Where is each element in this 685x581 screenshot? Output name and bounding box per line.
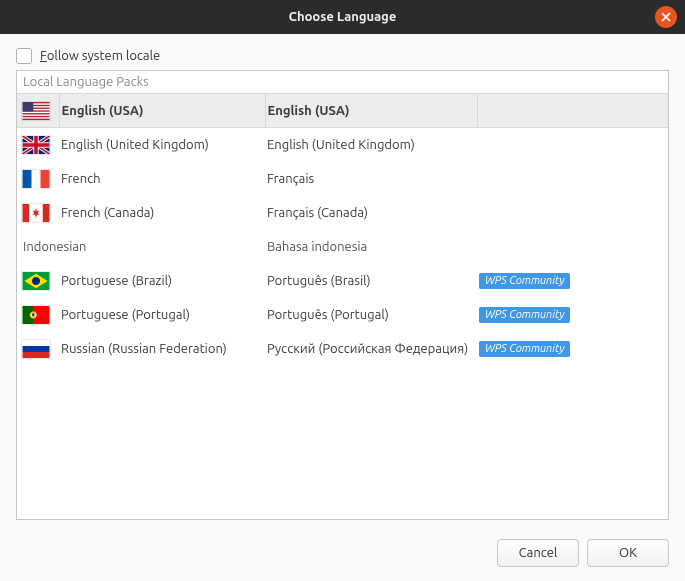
language-row[interactable]: FrenchFrançais	[17, 162, 668, 196]
language-row[interactable]: Portuguese (Brazil)Português (Brasil)WPS…	[17, 264, 668, 298]
flag-cell	[17, 94, 59, 128]
badge-cell: WPS Community	[477, 264, 668, 298]
flag-icon	[21, 101, 51, 121]
language-english-name: Portuguese (Brazil)	[59, 264, 265, 298]
badge-cell	[477, 196, 668, 230]
language-english-name: French (Canada)	[59, 196, 265, 230]
language-english-name: Indonesian	[17, 230, 265, 264]
follow-system-locale-row: Follow system locale	[16, 48, 669, 64]
badge-cell	[477, 162, 668, 196]
flag-cell	[17, 128, 59, 162]
cancel-button[interactable]: Cancel	[497, 539, 579, 567]
community-badge: WPS Community	[479, 307, 570, 323]
flag-cell	[17, 298, 59, 332]
follow-system-locale-checkbox[interactable]	[16, 48, 32, 64]
window-title: Choose Language	[289, 10, 397, 24]
flag-icon	[21, 271, 51, 291]
language-native-name: Русский (Российская Федерация)	[265, 332, 477, 366]
language-native-name: Português (Portugal)	[265, 298, 477, 332]
badge-cell	[477, 128, 668, 162]
language-native-name: Français	[265, 162, 477, 196]
language-english-name: French	[59, 162, 265, 196]
language-english-name: English (USA)	[59, 94, 265, 128]
badge-cell	[477, 94, 668, 128]
language-row[interactable]: English (United Kingdom)English (United …	[17, 128, 668, 162]
flag-cell	[17, 162, 59, 196]
dialog-content: Follow system locale Local Language Pack…	[0, 34, 685, 520]
flag-icon	[21, 169, 51, 189]
follow-system-locale-label[interactable]: Follow system locale	[40, 49, 160, 63]
language-english-name: Portuguese (Portugal)	[59, 298, 265, 332]
badge-cell: WPS Community	[477, 332, 668, 366]
language-native-name: Português (Brasil)	[265, 264, 477, 298]
language-english-name: Russian (Russian Federation)	[59, 332, 265, 366]
language-row[interactable]: Portuguese (Portugal)Português (Portugal…	[17, 298, 668, 332]
language-native-name: English (United Kingdom)	[265, 128, 477, 162]
flag-cell	[17, 196, 59, 230]
badge-cell: WPS Community	[477, 298, 668, 332]
language-row[interactable]: IndonesianBahasa indonesia	[17, 230, 668, 264]
language-row[interactable]: French (Canada)Français (Canada)	[17, 196, 668, 230]
language-native-name: Bahasa indonesia	[265, 230, 477, 264]
language-native-name: Français (Canada)	[265, 196, 477, 230]
flag-cell	[17, 264, 59, 298]
language-row[interactable]: English (USA)English (USA)	[17, 94, 668, 128]
ok-button[interactable]: OK	[587, 539, 669, 567]
language-table: English (USA)English (USA)English (Unite…	[17, 93, 668, 366]
close-icon	[661, 12, 671, 22]
community-badge: WPS Community	[479, 273, 570, 289]
close-button[interactable]	[655, 6, 677, 28]
list-header: Local Language Packs	[17, 71, 668, 93]
flag-icon	[21, 135, 51, 155]
badge-cell	[477, 230, 668, 264]
language-native-name: English (USA)	[265, 94, 477, 128]
community-badge: WPS Community	[479, 341, 570, 357]
language-row[interactable]: Russian (Russian Federation)Русский (Рос…	[17, 332, 668, 366]
flag-icon	[21, 305, 51, 325]
flag-icon	[21, 203, 51, 223]
dialog-footer: Cancel OK	[497, 539, 669, 567]
flag-cell	[17, 332, 59, 366]
language-list: Local Language Packs English (USA)Englis…	[16, 70, 669, 520]
flag-icon	[21, 339, 51, 359]
language-english-name: English (United Kingdom)	[59, 128, 265, 162]
titlebar: Choose Language	[0, 0, 685, 34]
